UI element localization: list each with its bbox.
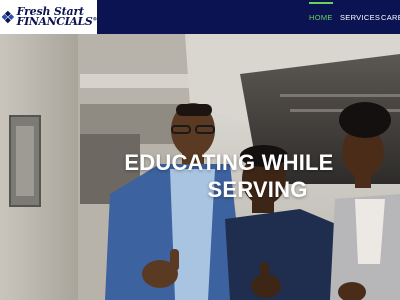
- hero-heading-line1: EDUCATING WHILE: [124, 150, 334, 175]
- nav-item-home[interactable]: HOME: [309, 0, 340, 34]
- brand-logo[interactable]: Fresh Start FINANCIALS®: [0, 0, 97, 34]
- site-header: Fresh Start FINANCIALS® HOME SERVICES CA…: [0, 0, 400, 34]
- hero-heading: EDUCATING WHILE SERVING: [0, 149, 400, 203]
- main-nav: HOME SERVICES CAREERS: [309, 0, 400, 34]
- hero-heading-line2: SERVING: [207, 177, 308, 202]
- registered-mark: ®: [92, 16, 97, 23]
- brand-line2-text: FINANCIALS: [16, 15, 93, 28]
- brand-wordmark: Fresh Start FINANCIALS®: [16, 5, 98, 28]
- brand-line2: FINANCIALS®: [16, 15, 98, 28]
- diamond-logo-icon: [2, 10, 14, 24]
- hero-section: EDUCATING WHILE SERVING: [0, 34, 400, 300]
- nav-item-services[interactable]: SERVICES: [340, 0, 381, 34]
- nav-item-careers[interactable]: CAREERS: [381, 0, 400, 34]
